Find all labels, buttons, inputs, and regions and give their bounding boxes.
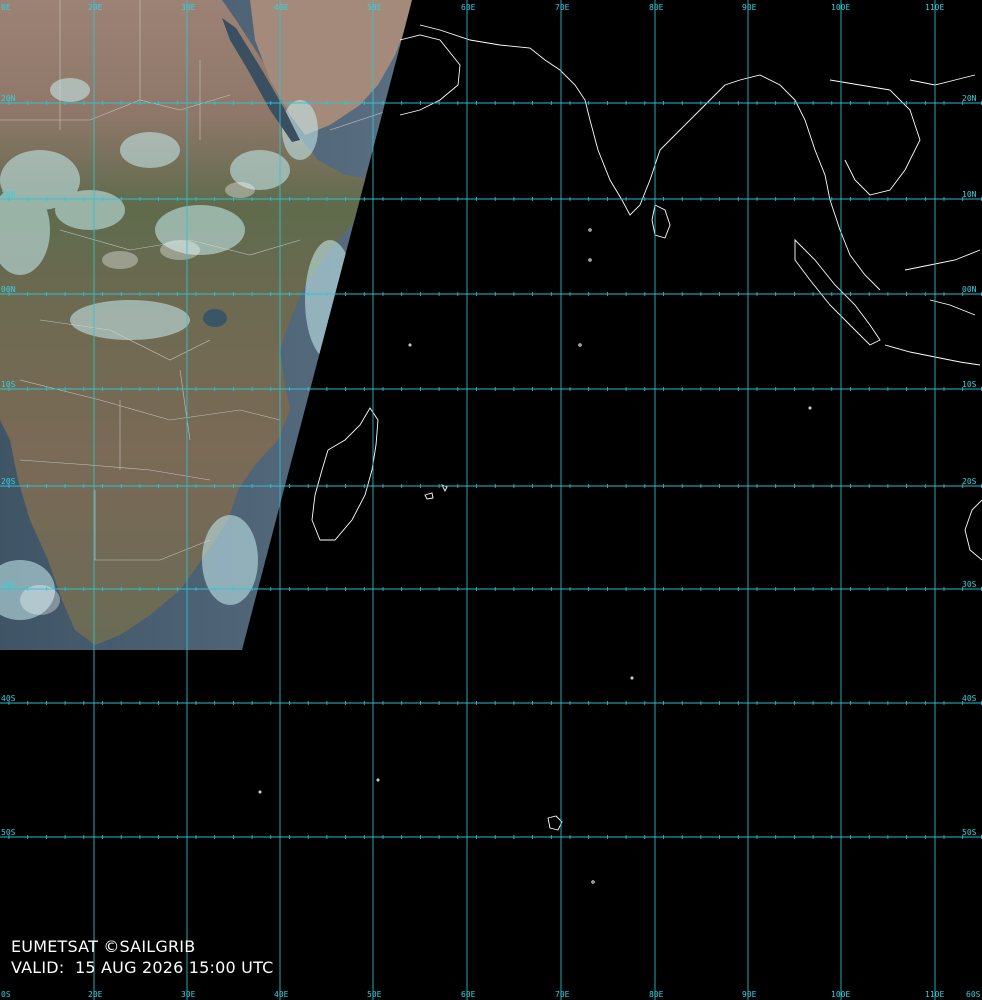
label-lon-80e-bottom: 80E — [649, 990, 664, 999]
label-lon-30e-bottom: 30E — [181, 990, 196, 999]
caption-valid-time: VALID: 15 AUG 2026 15:00 UTC — [11, 958, 274, 977]
caption-provider: EUMETSAT ©SAILGRIB — [11, 937, 196, 956]
label-lat-50s-right: 50S — [962, 828, 977, 837]
label-lat-40s-left: 40S — [1, 694, 16, 703]
label-lat-30s-left: 30S — [1, 580, 16, 589]
label-lon-100e-bottom: 100E — [831, 990, 850, 999]
label-lat-20n-right: 20N — [962, 94, 977, 103]
label-lon-40e-bottom: 40E — [274, 990, 289, 999]
label-lat-00n-right: 00N — [962, 285, 977, 294]
label-lon-50e-bottom: 50E — [367, 990, 382, 999]
label-lon-110e-bottom: 110E — [925, 990, 944, 999]
label-lon-90e-bottom: 90E — [742, 990, 757, 999]
label-lat-00n-left: 00N — [1, 285, 16, 294]
label-lat-10s-right: 10S — [962, 380, 977, 389]
label-lon-70e-top: 70E — [555, 3, 570, 12]
lake-victoria — [203, 309, 227, 327]
label-lat-10n-right: 10N — [962, 190, 977, 199]
label-lat-30s-right: 30S — [962, 580, 977, 589]
label-lon-80e-top: 80E — [649, 3, 664, 12]
label-lon-70e-bottom: 70E — [555, 990, 570, 999]
label-top-left: 0E — [1, 3, 11, 12]
label-lat-40s-right: 40S — [962, 694, 977, 703]
label-lat-20s-right: 20S — [962, 477, 977, 486]
label-lon-20e-top: 20E — [88, 3, 103, 12]
satellite-map[interactable]: 0E 20E 30E 40E 50E 60E 70E 80E 90E 100E … — [0, 0, 982, 1000]
label-lat-10s-left: 10S — [1, 380, 16, 389]
label-lon-110e-top: 110E — [925, 3, 944, 12]
label-lat-50s-left: 50S — [1, 828, 16, 837]
label-bottom-right: 60S — [966, 990, 981, 999]
label-lon-20e-bottom: 20E — [88, 990, 103, 999]
label-lon-90e-top: 90E — [742, 3, 757, 12]
label-lon-100e-top: 100E — [831, 3, 850, 12]
label-lon-30e-top: 30E — [181, 3, 196, 12]
label-lon-60e-top: 60E — [461, 3, 476, 12]
label-lon-40e-top: 40E — [274, 3, 289, 12]
label-lon-60e-bottom: 60E — [461, 990, 476, 999]
label-lat-20n-left: 20N — [1, 94, 16, 103]
label-lat-20s-left: 20S — [1, 477, 16, 486]
label-bottom-left: 0S — [1, 990, 11, 999]
label-lat-10n-left: 10N — [1, 190, 16, 199]
label-lon-50e-top: 50E — [367, 3, 382, 12]
